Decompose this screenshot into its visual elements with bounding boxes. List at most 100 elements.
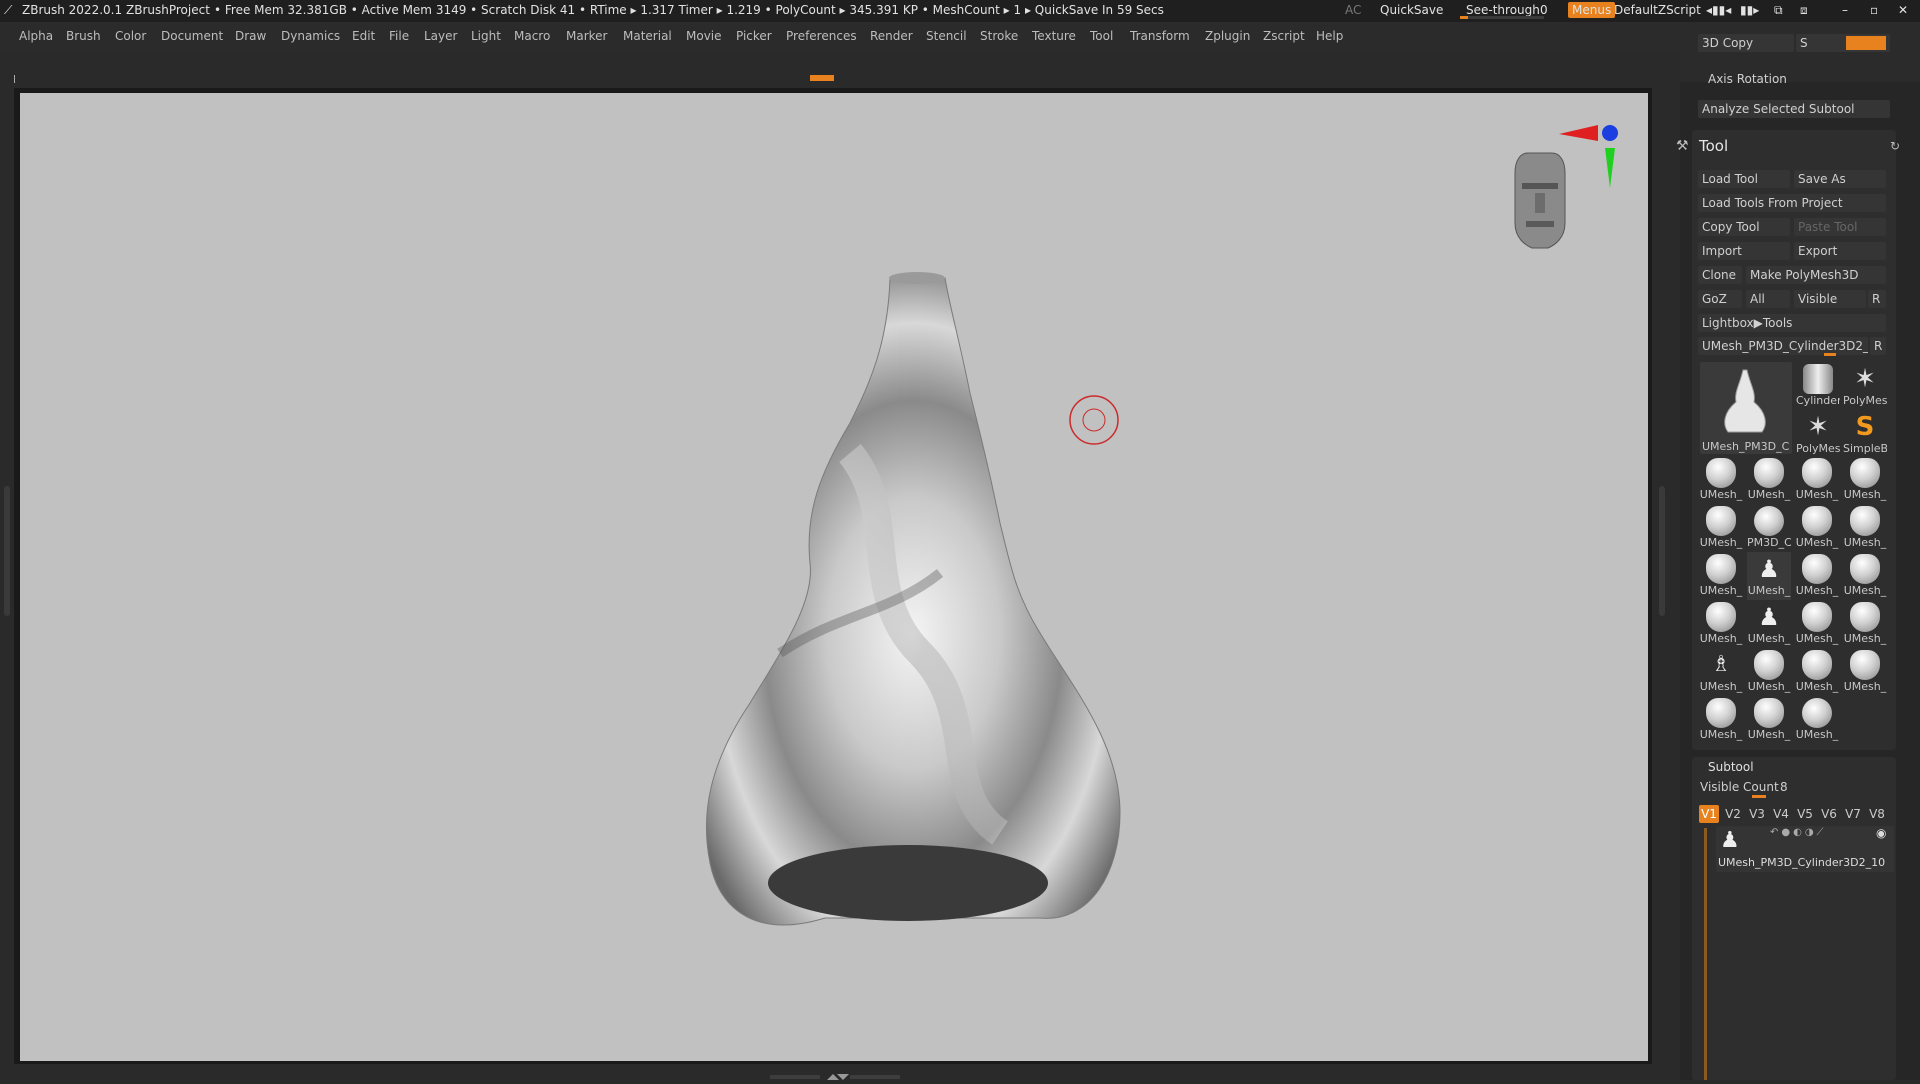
- menu-brush[interactable]: Brush: [66, 29, 101, 43]
- tool-grid-item[interactable]: UMesh_: [1843, 456, 1887, 504]
- timeline-thumb[interactable]: [810, 75, 834, 81]
- bottom-tray-handle[interactable]: [770, 1070, 900, 1080]
- menu-document[interactable]: Document: [161, 29, 223, 43]
- subtool-tab-v6[interactable]: V6: [1819, 805, 1839, 823]
- project-name[interactable]: ZBrushProject: [126, 3, 210, 17]
- all-button[interactable]: All: [1746, 290, 1790, 308]
- menu-tool[interactable]: Tool: [1090, 29, 1113, 43]
- subtool-scrollbar[interactable]: [1704, 828, 1707, 1080]
- canvas[interactable]: [20, 93, 1648, 1061]
- refresh-icon[interactable]: ↻: [1890, 139, 1900, 153]
- subtool-tab-v4[interactable]: V4: [1771, 805, 1791, 823]
- tool-grid-item[interactable]: UMesh_: [1795, 456, 1839, 504]
- menu-picker[interactable]: Picker: [736, 29, 772, 43]
- s-slider[interactable]: S: [1796, 34, 1890, 52]
- tool-grid-item[interactable]: UMesh_: [1795, 504, 1839, 552]
- menu-zscript[interactable]: Zscript: [1263, 29, 1305, 43]
- clone-button[interactable]: Clone: [1698, 266, 1742, 284]
- layout-icon[interactable]: ◂▮▮◂: [1706, 3, 1731, 17]
- see-through-slider[interactable]: [1460, 16, 1544, 19]
- subtool-tab-v8[interactable]: V8: [1867, 805, 1887, 823]
- tool-thumb-polymesh-2[interactable]: ✶ PolyMes: [1796, 410, 1840, 458]
- current-tool-r-button[interactable]: R: [1870, 337, 1886, 355]
- menu-material[interactable]: Material: [623, 29, 672, 43]
- menu-marker[interactable]: Marker: [566, 29, 607, 43]
- paste-tool-button[interactable]: Paste Tool: [1794, 218, 1886, 236]
- subtool-options-icons[interactable]: ↶●◐◑⟋: [1770, 827, 1827, 838]
- tool-grid-item[interactable]: UMesh_: [1747, 648, 1791, 696]
- tool-grid-item[interactable]: UMesh_: [1747, 456, 1791, 504]
- restore-icon[interactable]: ▫: [1870, 3, 1878, 17]
- menu-file[interactable]: File: [389, 29, 409, 43]
- right-tray-handle[interactable]: [1659, 486, 1665, 616]
- window-arrange-icon[interactable]: ⧉: [1774, 3, 1783, 18]
- menus-button[interactable]: Menus: [1568, 2, 1616, 18]
- current-tool-thumbnail[interactable]: UMesh_PM3D_C: [1700, 362, 1792, 454]
- menu-zplugin[interactable]: Zplugin: [1205, 29, 1250, 43]
- tool-grid-item[interactable]: UMesh_: [1699, 696, 1743, 744]
- tool-grid-item[interactable]: UMesh_: [1699, 600, 1743, 648]
- tool-grid-item[interactable]: UMesh_: [1699, 552, 1743, 600]
- make-polymesh3d-button[interactable]: Make PolyMesh3D: [1746, 266, 1886, 284]
- tool-title[interactable]: Tool: [1699, 137, 1728, 155]
- save-as-button[interactable]: Save As: [1794, 170, 1886, 188]
- quicksave-button[interactable]: QuickSave: [1380, 3, 1443, 17]
- tool-thumb-simpleb[interactable]: S SimpleB: [1843, 410, 1887, 458]
- tool-grid-item[interactable]: PM3D_C: [1747, 504, 1791, 552]
- subtool-tab-v2[interactable]: V2: [1723, 805, 1743, 823]
- import-button[interactable]: Import: [1698, 242, 1790, 260]
- eye-icon[interactable]: ◉: [1876, 826, 1886, 840]
- subtool-title[interactable]: Subtool: [1708, 760, 1754, 774]
- tool-thumb-cylinder[interactable]: Cylinder: [1796, 362, 1840, 410]
- visible-count-value[interactable]: 8: [1780, 780, 1788, 794]
- tool-grid-item[interactable]: UMesh_: [1843, 552, 1887, 600]
- analyze-subtool-button[interactable]: Analyze Selected Subtool: [1698, 100, 1890, 118]
- default-zscript-button[interactable]: DefaultZScript: [1614, 3, 1701, 17]
- ac-button[interactable]: AC: [1345, 3, 1361, 17]
- menu-preferences[interactable]: Preferences: [786, 29, 857, 43]
- navigation-head-icon[interactable]: [1514, 152, 1566, 249]
- menu-dynamics[interactable]: Dynamics: [281, 29, 340, 43]
- lightbox-tools-button[interactable]: Lightbox▶Tools: [1698, 314, 1886, 332]
- menu-layer[interactable]: Layer: [424, 29, 457, 43]
- subtool-list-item[interactable]: ♟ ↶●◐◑⟋ ◉ UMesh_PM3D_Cylinder3D2_10: [1716, 826, 1894, 872]
- current-tool-slider[interactable]: UMesh_PM3D_Cylinder3D2_1: [1698, 337, 1868, 355]
- menu-light[interactable]: Light: [471, 29, 501, 43]
- menu-alpha[interactable]: Alpha: [19, 29, 53, 43]
- subtool-tab-v3[interactable]: V3: [1747, 805, 1767, 823]
- 3d-copy-button[interactable]: 3D Copy: [1698, 34, 1794, 52]
- tool-grid-item[interactable]: ♟ UMesh_: [1747, 600, 1791, 648]
- menu-stencil[interactable]: Stencil: [926, 29, 967, 43]
- close-icon[interactable]: ✕: [1898, 3, 1908, 17]
- tool-grid-item[interactable]: UMesh_: [1747, 696, 1791, 744]
- left-tray-handle[interactable]: [4, 486, 10, 616]
- menu-movie[interactable]: Movie: [686, 29, 722, 43]
- menu-macro[interactable]: Macro: [514, 29, 550, 43]
- tool-grid-item[interactable]: UMesh_: [1699, 456, 1743, 504]
- timeline[interactable]: [14, 75, 834, 83]
- menu-help[interactable]: Help: [1316, 29, 1343, 43]
- tool-grid-item[interactable]: UMesh_: [1843, 600, 1887, 648]
- axis-gizmo[interactable]: [1559, 125, 1618, 188]
- layout-alt-icon[interactable]: ▮▮▸: [1740, 3, 1759, 17]
- tool-grid-item[interactable]: ♗ UMesh_: [1699, 648, 1743, 696]
- menu-transform[interactable]: Transform: [1130, 29, 1190, 43]
- menu-texture[interactable]: Texture: [1032, 29, 1076, 43]
- menu-render[interactable]: Render: [870, 29, 913, 43]
- subtool-tab-v1[interactable]: V1: [1699, 805, 1719, 823]
- load-tools-from-project-button[interactable]: Load Tools From Project: [1698, 194, 1886, 212]
- tool-grid-item[interactable]: UMesh_: [1795, 648, 1839, 696]
- menu-edit[interactable]: Edit: [352, 29, 375, 43]
- tool-grid-item[interactable]: UMesh_: [1795, 552, 1839, 600]
- tool-thumb-polymesh[interactable]: ✶ PolyMes: [1843, 362, 1887, 410]
- tool-grid-item[interactable]: UMesh_: [1795, 696, 1839, 744]
- r-button[interactable]: R: [1868, 290, 1886, 308]
- minimize-icon[interactable]: –: [1842, 3, 1848, 17]
- export-button[interactable]: Export: [1794, 242, 1886, 260]
- menu-stroke[interactable]: Stroke: [980, 29, 1018, 43]
- window-swap-icon[interactable]: ⧈: [1800, 3, 1808, 18]
- tool-grid-item[interactable]: UMesh_: [1843, 504, 1887, 552]
- subtool-tab-v7[interactable]: V7: [1843, 805, 1863, 823]
- menu-draw[interactable]: Draw: [235, 29, 266, 43]
- visible-button[interactable]: Visible: [1794, 290, 1866, 308]
